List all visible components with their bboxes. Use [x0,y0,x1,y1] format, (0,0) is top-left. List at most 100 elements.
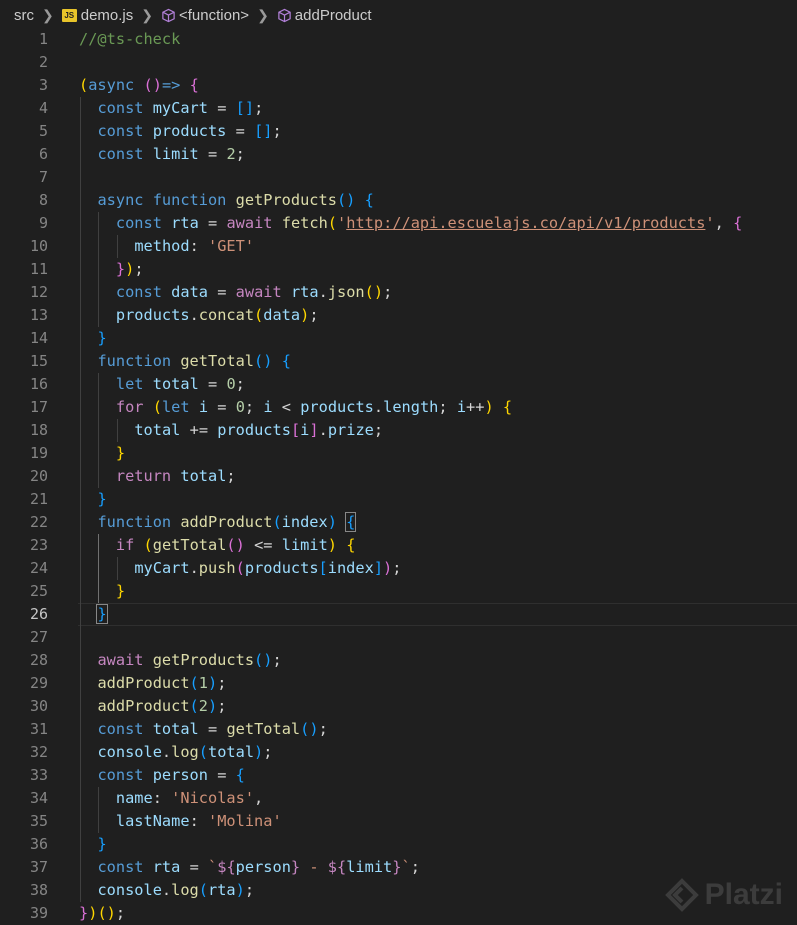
code-line[interactable]: 21 } [0,488,797,511]
code-line[interactable]: 11 }); [0,258,797,281]
code-text: console.log(total); [97,743,273,761]
line-number: 2 [38,53,48,71]
code-line[interactable]: 29 addProduct(1); [0,672,797,695]
code-line[interactable]: 5 const products = []; [0,120,797,143]
code-text: myCart.push(products[index]); [134,559,402,577]
line-number: 34 [29,789,48,807]
code-text: const products = []; [97,122,282,140]
indent-guide [116,419,118,442]
code-line[interactable]: 1 //@ts-check [0,28,797,51]
code-line[interactable]: 3 (async ()=> { [0,74,797,97]
line-number: 14 [29,329,48,347]
code-text: //@ts-check [79,30,181,48]
code-line[interactable]: 19 } [0,442,797,465]
code-editor[interactable]: 1//@ts-check 2 3 (async ()=> { 4 const myCar… [0,30,797,922]
breadcrumb-folder[interactable]: src [14,7,34,24]
code-text: const rta = `${person} - ${limit}`; [97,858,420,876]
code-line[interactable]: 27 [0,626,797,649]
line-number: 22 [29,513,48,531]
code-text: let total = 0; [115,375,245,393]
code-line[interactable]: 8 async function getProducts() { [0,189,797,212]
line-number: 15 [29,352,48,370]
code-line[interactable]: 35 lastName: 'Molina' [0,810,797,833]
line-number: 10 [29,237,48,255]
indent-guide [98,534,100,603]
cube-icon [278,8,291,22]
code-line[interactable]: 18 total += products[i].prize; [0,419,797,442]
indent-guide [98,212,100,327]
code-line[interactable]: 36 } [0,833,797,856]
line-number: 4 [38,99,48,117]
code-text: addProduct(2); [97,697,227,715]
line-number: 25 [29,582,48,600]
code-text: function getTotal() { [97,352,291,370]
line-number: 28 [29,651,48,669]
breadcrumb: src ❯ JS demo.js ❯ <function> ❯ addProduc… [0,0,797,30]
code-line[interactable]: 32 console.log(total); [0,741,797,764]
line-number: 21 [29,490,48,508]
line-number: 12 [29,283,48,301]
indent-guide [98,373,100,488]
line-number: 9 [38,214,48,232]
watermark-text: Platzi [704,878,783,911]
code-line[interactable]: 7 [0,166,797,189]
breadcrumb-scope-addproduct[interactable]: addProduct [277,7,372,24]
code-line[interactable]: 9 const rta = await fetch('http://api.es… [0,212,797,235]
breadcrumb-file-label: demo.js [80,6,134,24]
code-text: const myCart = []; [97,99,264,117]
code-line[interactable]: 4 const myCart = []; [0,97,797,120]
code-line[interactable]: 16 let total = 0; [0,373,797,396]
chevron-right-icon: ❯ [141,6,153,23]
code-text: method: 'GET' [134,237,255,255]
line-number: 26 [29,605,48,623]
line-number: 33 [29,766,48,784]
code-line[interactable]: 25 } [0,580,797,603]
code-text: }); [115,260,144,278]
code-line[interactable]: 10 method: 'GET' [0,235,797,258]
code-line[interactable]: 37 const rta = `${person} - ${limit}`; [0,856,797,879]
breadcrumb-scope-function-label: <function> [179,6,250,24]
code-line[interactable]: 15 function getTotal() { [0,350,797,373]
code-text: } [97,329,107,347]
breadcrumb-scope-function[interactable]: <function> [161,7,249,24]
code-line[interactable]: 6 const limit = 2; [0,143,797,166]
line-number: 3 [38,76,48,94]
line-number: 32 [29,743,48,761]
code-text: const person = { [97,766,245,784]
platzi-watermark: Platzi [664,878,783,912]
code-text: return total; [115,467,236,485]
code-line[interactable]: 12 const data = await rta.json(); [0,281,797,304]
code-line[interactable]: 31 const total = getTotal(); [0,718,797,741]
line-number: 38 [29,881,48,899]
code-line[interactable]: 26 } [0,603,797,626]
breadcrumb-folder-label: src [14,6,34,24]
cube-icon [162,8,175,22]
code-text: lastName: 'Molina' [115,812,282,830]
code-text: } [97,490,107,508]
line-number: 30 [29,697,48,715]
line-number: 7 [38,168,48,186]
code-text: const data = await rta.json(); [115,283,393,301]
code-line[interactable]: 30 addProduct(2); [0,695,797,718]
code-text: function addProduct(index) { [97,512,357,532]
line-number: 13 [29,306,48,324]
line-number: 24 [29,559,48,577]
code-text: } [96,604,108,624]
code-line[interactable]: 23 if (getTotal() <= limit) { [0,534,797,557]
code-line[interactable]: 13 products.concat(data); [0,304,797,327]
code-line[interactable]: 20 return total; [0,465,797,488]
line-number: 37 [29,858,48,876]
code-line[interactable]: 28 await getProducts(); [0,649,797,672]
code-line[interactable]: 14 } [0,327,797,350]
code-text: (async ()=> { [79,76,199,94]
code-line[interactable]: 24 myCart.push(products[index]); [0,557,797,580]
line-number: 29 [29,674,48,692]
code-line[interactable]: 17 for (let i = 0; i < products.length; … [0,396,797,419]
line-number: 36 [29,835,48,853]
line-number: 35 [29,812,48,830]
breadcrumb-file[interactable]: JS demo.js [61,6,134,24]
code-line[interactable]: 2 [0,51,797,74]
code-line[interactable]: 33 const person = { [0,764,797,787]
code-line[interactable]: 34 name: 'Nicolas', [0,787,797,810]
code-line[interactable]: 22 function addProduct(index) { [0,511,797,534]
